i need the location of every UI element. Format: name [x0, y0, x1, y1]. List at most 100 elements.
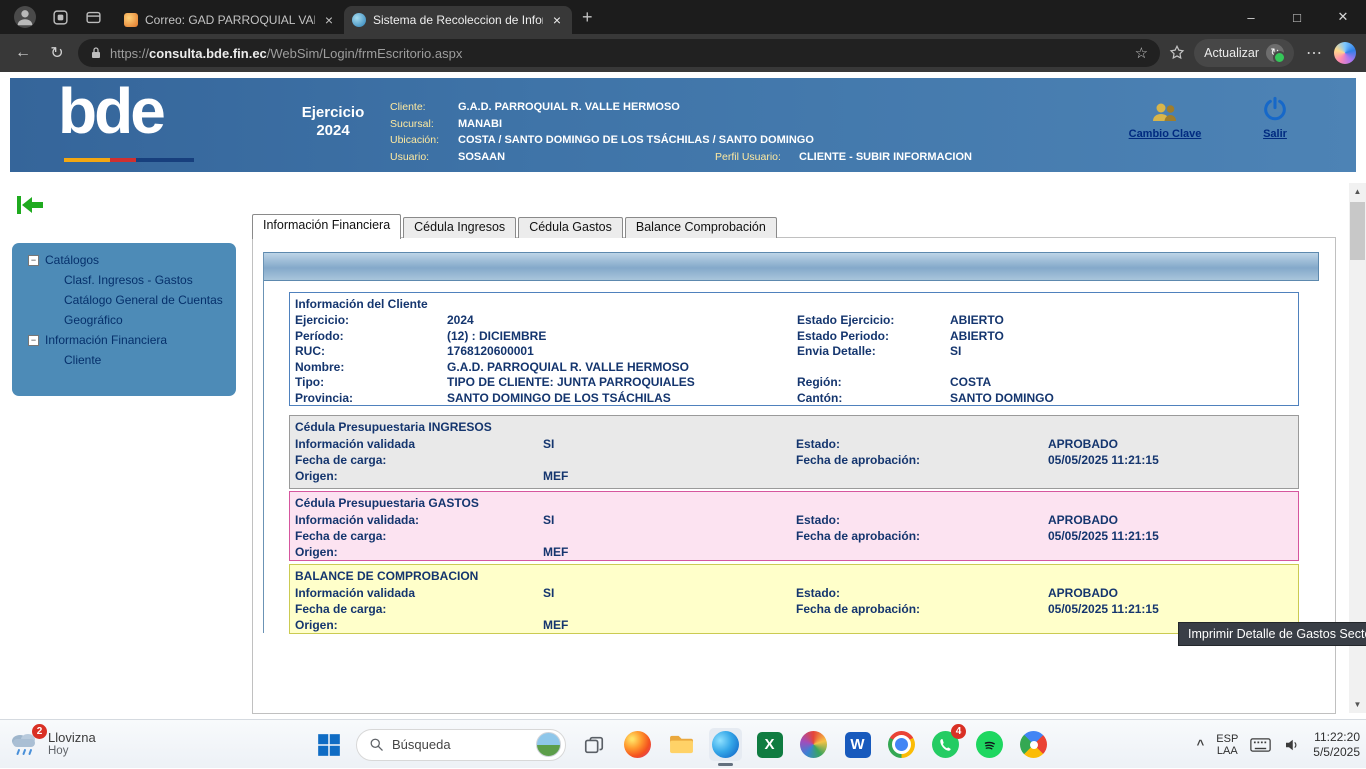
- info-row: Ejercicio: 2024 Estado Ejercicio: ABIERT…: [290, 313, 1298, 329]
- tab-title: Correo: GAD PARROQUIAL VALLE: [145, 13, 315, 27]
- field-value: [543, 601, 796, 617]
- firefox-button[interactable]: [621, 728, 654, 761]
- minimize-button[interactable]: –: [1228, 0, 1274, 34]
- scroll-down-icon[interactable]: ▼: [1349, 696, 1366, 713]
- sidebar-item-label: Geográfico: [64, 313, 123, 327]
- favorite-star-icon[interactable]: ☆: [1135, 44, 1148, 62]
- paint-button[interactable]: [797, 728, 830, 761]
- tab-balance-comprobacion[interactable]: Balance Comprobación: [625, 217, 777, 238]
- sidebar-item-catalogos[interactable]: − Catálogos: [12, 250, 236, 270]
- session-row: Cliente: G.A.D. PARROQUIAL R. VALLE HERM…: [390, 99, 972, 116]
- task-view-button[interactable]: [577, 728, 610, 761]
- collapse-menu-arrow-icon[interactable]: [16, 194, 44, 216]
- close-button[interactable]: ✕: [1320, 0, 1366, 34]
- whatsapp-button[interactable]: 4: [929, 728, 962, 761]
- address-bar[interactable]: https://consulta.bde.fin.ec/WebSim/Login…: [78, 39, 1160, 67]
- client-info-box: Información del Cliente Ejercicio: 2024 …: [289, 292, 1299, 406]
- collapse-icon[interactable]: −: [28, 335, 39, 346]
- more-menu-icon[interactable]: ⋯: [1302, 43, 1326, 63]
- session-row: Sucursal: MANABI: [390, 116, 972, 133]
- chrome-button[interactable]: [885, 728, 918, 761]
- content-panel: Información del Cliente Ejercicio: 2024 …: [252, 237, 1336, 714]
- field-label: Nombre:: [295, 360, 447, 376]
- word-button[interactable]: W: [841, 728, 874, 761]
- collapse-icon[interactable]: −: [28, 255, 39, 266]
- scroll-up-icon[interactable]: ▲: [1349, 183, 1366, 200]
- field-value: SI: [950, 344, 1298, 360]
- actualizar-button[interactable]: Actualizar ↻: [1194, 39, 1294, 67]
- section-title: BALANCE DE COMPROBACION: [290, 565, 1298, 585]
- google-photos-button[interactable]: [1017, 728, 1050, 761]
- favorites-bar-icon[interactable]: [1168, 44, 1186, 62]
- taskbar-search[interactable]: Búsqueda: [356, 729, 566, 761]
- url-text: https://consulta.bde.fin.ec/WebSim/Login…: [110, 46, 1127, 61]
- session-info: Cliente: G.A.D. PARROQUIAL R. VALLE HERM…: [390, 99, 972, 165]
- spotify-button[interactable]: [973, 728, 1006, 761]
- edge-button[interactable]: [709, 728, 742, 761]
- tab-cedula-ingresos[interactable]: Cédula Ingresos: [403, 217, 516, 238]
- workspaces-icon[interactable]: [52, 9, 69, 26]
- field-label: [797, 360, 950, 376]
- info-row: Información validada SI Estado: APROBADO: [290, 436, 1298, 452]
- chrome-center-dot: [892, 735, 911, 754]
- firefox-icon: [624, 731, 651, 758]
- lock-icon[interactable]: [90, 46, 102, 60]
- file-explorer-button[interactable]: [665, 728, 698, 761]
- windows-logo-icon: [316, 732, 342, 758]
- url-protocol: https://: [110, 46, 149, 61]
- salir-link[interactable]: Salir: [1263, 128, 1287, 140]
- field-label: Ejercicio:: [295, 313, 447, 329]
- ejercicio-label: Ejercicio 2024: [278, 104, 388, 140]
- tab-close-icon[interactable]: ×: [550, 12, 564, 28]
- session-value: COSTA / SANTO DOMINGO DE LOS TSÁCHILAS /…: [458, 132, 972, 149]
- tab-cedula-gastos[interactable]: Cédula Gastos: [518, 217, 623, 238]
- session-label: Sucursal:: [390, 116, 458, 133]
- tab-informacion-financiera[interactable]: Información Financiera: [252, 214, 401, 239]
- weather-widget[interactable]: 2 Llovizna Hoy: [8, 728, 96, 758]
- sidebar-item-geografico[interactable]: Geográfico: [12, 310, 236, 330]
- refresh-button[interactable]: ↻: [44, 43, 70, 63]
- back-button[interactable]: ←: [10, 44, 36, 62]
- hidden-icons-chevron-icon[interactable]: ^: [1197, 737, 1205, 752]
- weather-day: Hoy: [48, 745, 96, 757]
- panel-left-rule: [263, 252, 264, 633]
- browser-tab-mail[interactable]: Correo: GAD PARROQUIAL VALLE ×: [116, 6, 344, 34]
- sidebar-item-clasf-ingresos-gastos[interactable]: Clasf. Ingresos - Gastos: [12, 270, 236, 290]
- ejercicio-line2: 2024: [278, 122, 388, 140]
- maximize-button[interactable]: □: [1274, 0, 1320, 34]
- info-row: Información validada: SI Estado: APROBAD…: [290, 512, 1298, 528]
- search-icon: [369, 737, 384, 752]
- field-label: [796, 468, 1048, 484]
- info-row: Origen: MEF: [290, 544, 1298, 560]
- sidebar-item-informacion-financiera[interactable]: − Información Financiera: [12, 330, 236, 350]
- taskbar-clock[interactable]: 11:22:20 5/5/2025: [1313, 730, 1360, 760]
- tab-close-icon[interactable]: ×: [322, 12, 336, 28]
- profile-avatar[interactable]: [14, 6, 36, 28]
- bde-header: bde Ejercicio 2024 Cliente: G.A.D. PARRO…: [10, 78, 1356, 172]
- field-value: SI: [543, 436, 796, 452]
- new-tab-button[interactable]: +: [582, 7, 593, 28]
- language-indicator[interactable]: ESP LAA: [1216, 733, 1238, 757]
- cambio-clave-link[interactable]: Cambio Clave: [1129, 128, 1202, 140]
- scrollbar-thumb[interactable]: [1350, 202, 1365, 260]
- tab-actions-icon[interactable]: [85, 9, 102, 26]
- salir-action[interactable]: Salir: [1248, 96, 1302, 142]
- copilot-icon[interactable]: [1334, 42, 1356, 64]
- search-highlight-image[interactable]: [536, 732, 561, 757]
- field-label: RUC:: [295, 344, 447, 360]
- field-label: Fecha de carga:: [295, 528, 543, 544]
- field-label: Información validada:: [295, 512, 543, 528]
- cambio-clave-action[interactable]: Cambio Clave: [1122, 100, 1208, 142]
- field-label: Fecha de carga:: [295, 601, 543, 617]
- sidebar-item-cliente[interactable]: Cliente: [12, 350, 236, 370]
- word-icon: W: [845, 732, 871, 758]
- section-title: Cédula Presupuestaria GASTOS: [290, 492, 1298, 512]
- sidebar-item-label: Catálogo General de Cuentas: [64, 293, 223, 307]
- speaker-icon[interactable]: [1283, 736, 1301, 754]
- start-button[interactable]: [312, 728, 345, 761]
- session-label: Cliente:: [390, 99, 458, 116]
- browser-tab-sistema[interactable]: Sistema de Recoleccion de Inform ×: [344, 6, 572, 34]
- touch-keyboard-icon[interactable]: [1250, 737, 1271, 753]
- excel-button[interactable]: X: [753, 728, 786, 761]
- sidebar-item-catalogo-general-cuentas[interactable]: Catálogo General de Cuentas: [12, 290, 236, 310]
